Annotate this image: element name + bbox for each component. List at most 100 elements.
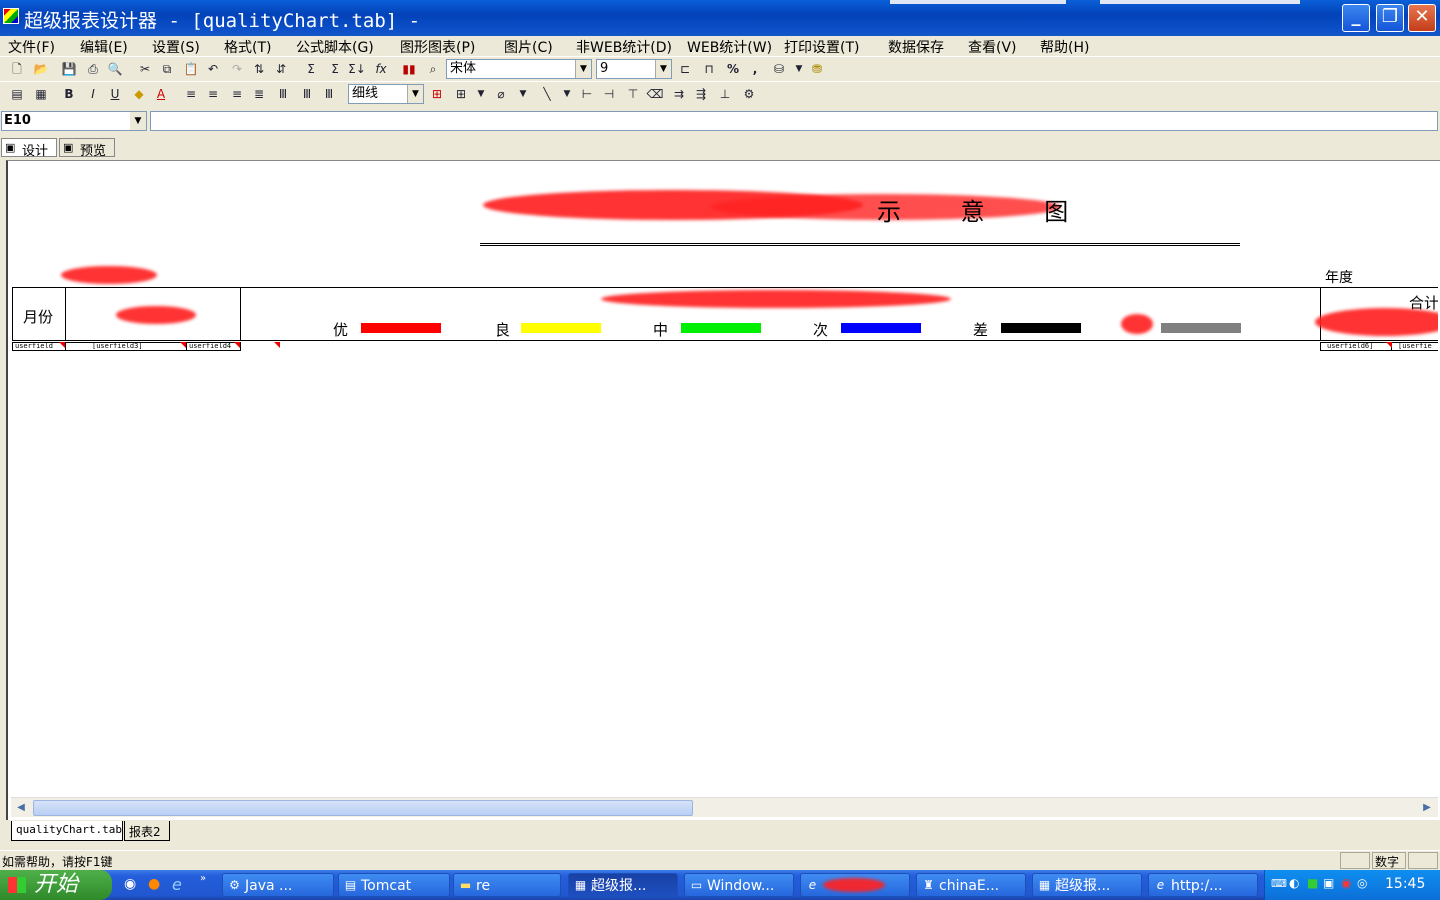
column-sum-icon[interactable]: Σ — [326, 60, 344, 78]
menu-formula-script[interactable]: 公式脚本(G) — [296, 37, 374, 57]
maximize-button[interactable]: ❐ — [1376, 4, 1404, 32]
close-button[interactable]: ✕ — [1408, 4, 1436, 32]
border-all-icon[interactable]: ⊞ — [428, 85, 446, 103]
chevron-down-icon[interactable]: ▼ — [130, 112, 146, 130]
menu-graphics-chart[interactable]: 图形图表(P) — [400, 37, 475, 57]
database-icon[interactable]: ⛃ — [808, 60, 826, 78]
insert-row-icon[interactable]: ▤ — [8, 85, 26, 103]
sort-descending-icon[interactable]: ⇵ — [272, 60, 290, 78]
task-report-designer[interactable]: ▦ 超级报... — [1032, 873, 1142, 897]
chevron-down-icon[interactable]: ▼ — [655, 60, 671, 78]
align-top-icon[interactable]: Ⅲ — [274, 85, 292, 103]
quick-launch-icon[interactable]: ◉ — [124, 876, 140, 892]
underline-icon[interactable]: U — [106, 85, 124, 103]
italic-icon[interactable]: I — [84, 85, 102, 103]
task-report-designer-active[interactable]: ▦ 超级报... — [568, 873, 678, 897]
align-left-icon[interactable]: ≡ — [182, 85, 200, 103]
align-center-icon[interactable]: ≡ — [204, 85, 222, 103]
undo-icon[interactable]: ↶ — [204, 60, 222, 78]
sort-ascending-icon[interactable]: ⇅ — [250, 60, 268, 78]
menu-web-stats[interactable]: WEB统计(W) — [687, 37, 772, 57]
tray-arrow-icon[interactable]: ◐ — [1289, 876, 1299, 890]
antivirus-icon[interactable]: ◉ — [1341, 876, 1351, 890]
more-quicklaunch-icon[interactable]: » — [200, 873, 206, 884]
same-width-icon[interactable]: ⇉ — [670, 85, 688, 103]
scroll-left-icon[interactable]: ◀ — [13, 800, 29, 816]
comma-icon[interactable]: , — [746, 60, 764, 78]
data-source-icon[interactable]: ⛁ — [770, 60, 788, 78]
keyboard-icon[interactable]: ⌨ — [1271, 877, 1287, 890]
task-tomcat[interactable]: ▤ Tomcat — [338, 873, 450, 897]
scroll-right-icon[interactable]: ▶ — [1419, 800, 1435, 816]
data-cell[interactable]: [userfield3] — [65, 342, 187, 351]
align-middle-icon[interactable]: Ⅲ — [298, 85, 316, 103]
percent-icon[interactable]: % — [724, 60, 742, 78]
menu-save-data[interactable]: 数据保存 — [888, 37, 944, 57]
binoculars-icon[interactable]: ⌕ — [424, 60, 442, 78]
tab-preview[interactable]: ▣ 预览 — [59, 138, 115, 159]
month-header-cell[interactable]: 月份 — [12, 287, 66, 341]
tab-design[interactable]: ▣ 设计 — [1, 138, 57, 159]
sheet-tab-qualitychart[interactable]: qualityChart.tab — [11, 821, 123, 841]
formula-input[interactable] — [150, 111, 1438, 131]
menu-format[interactable]: 格式(T) — [224, 37, 271, 57]
eraser-icon[interactable]: ⌀ — [492, 85, 510, 103]
font-color-icon[interactable]: A — [152, 85, 170, 103]
chart-icon[interactable]: ▮▮ — [400, 60, 418, 78]
task-java[interactable]: ⚙ Java ... — [222, 873, 334, 897]
chevron-down-icon[interactable]: ▼ — [558, 85, 576, 103]
chevron-down-icon[interactable]: ▼ — [514, 85, 532, 103]
fill-color-icon[interactable]: ◆ — [130, 85, 148, 103]
distribute-icon[interactable]: ⊥ — [716, 85, 734, 103]
align-objects-center-icon[interactable]: ⊣ — [600, 85, 618, 103]
horizontal-scrollbar[interactable]: ◀ ▶ — [11, 797, 1438, 817]
new-file-icon[interactable]: 🗋 — [8, 60, 26, 78]
menu-file[interactable]: 文件(F) — [8, 37, 55, 57]
chevron-down-icon[interactable]: ▼ — [472, 85, 490, 103]
line-style-select[interactable]: 细线 ▼ — [348, 84, 424, 104]
report-design-canvas[interactable]: 示 意 图 年度 月份 优 良 中 次 差 合计 userfield [user… — [11, 164, 1438, 796]
scrollbar-thumb[interactable] — [33, 800, 693, 816]
task-browser-redacted[interactable]: e — [800, 873, 910, 897]
task-windows[interactable]: ▭ Window... — [684, 873, 794, 897]
paste-icon[interactable]: 📋 — [182, 60, 200, 78]
align-objects-left-icon[interactable]: ⊢ — [578, 85, 596, 103]
total-header-cell[interactable]: 合计 — [1315, 287, 1438, 341]
border-grid-icon[interactable]: ⊞ — [452, 85, 470, 103]
open-folder-icon[interactable]: 📂 — [32, 60, 50, 78]
save-icon[interactable]: 💾 — [60, 60, 78, 78]
menu-help[interactable]: 帮助(H) — [1040, 37, 1089, 57]
chevron-down-icon[interactable]: ▼ — [407, 85, 423, 103]
redo-icon[interactable]: ↷ — [228, 60, 246, 78]
firefox-icon[interactable]: ● — [148, 876, 164, 892]
name-header-cell[interactable] — [65, 287, 241, 341]
minimize-button[interactable]: _ — [1342, 4, 1370, 32]
legend-header-cell[interactable]: 优 良 中 次 差 — [240, 287, 1322, 341]
same-height-icon[interactable]: ⇶ — [692, 85, 710, 103]
sum-icon[interactable]: Σ — [302, 60, 320, 78]
network-icon[interactable]: ▣ — [1323, 876, 1334, 890]
diagonal-line-icon[interactable]: ╲ — [538, 85, 556, 103]
split-cells-icon[interactable]: ⊓ — [700, 60, 718, 78]
print-preview-icon[interactable]: 🔍 — [106, 60, 124, 78]
function-icon[interactable]: fx — [372, 60, 390, 78]
task-chinae[interactable]: ♜ chinaE... — [916, 873, 1026, 897]
row-sum-icon[interactable]: Σ↓ — [348, 60, 366, 78]
sheet-tab-report2[interactable]: 报表2 — [124, 821, 170, 841]
cell-reference-box[interactable]: E10 ▼ — [1, 111, 147, 131]
merge-cells-icon[interactable]: ⊏ — [676, 60, 694, 78]
align-bottom-icon[interactable]: Ⅲ — [320, 85, 338, 103]
align-right-icon[interactable]: ≡ — [228, 85, 246, 103]
ie-icon[interactable]: e — [172, 875, 188, 894]
task-http[interactable]: e http:/... — [1148, 873, 1258, 897]
menu-picture[interactable]: 图片(C) — [504, 37, 553, 57]
insert-grid-icon[interactable]: ▦ — [32, 85, 50, 103]
menu-edit[interactable]: 编辑(E) — [80, 37, 128, 57]
align-objects-top-icon[interactable]: ⊤ — [624, 85, 642, 103]
menu-view[interactable]: 查看(V) — [968, 37, 1017, 57]
task-folder-re[interactable]: ▬ re — [453, 873, 561, 897]
data-cell[interactable]: userfield4 — [186, 342, 241, 351]
cut-icon[interactable]: ✂ — [136, 60, 154, 78]
menu-non-web-stats[interactable]: 非WEB统计(D) — [576, 37, 672, 57]
bold-icon[interactable]: B — [60, 85, 78, 103]
